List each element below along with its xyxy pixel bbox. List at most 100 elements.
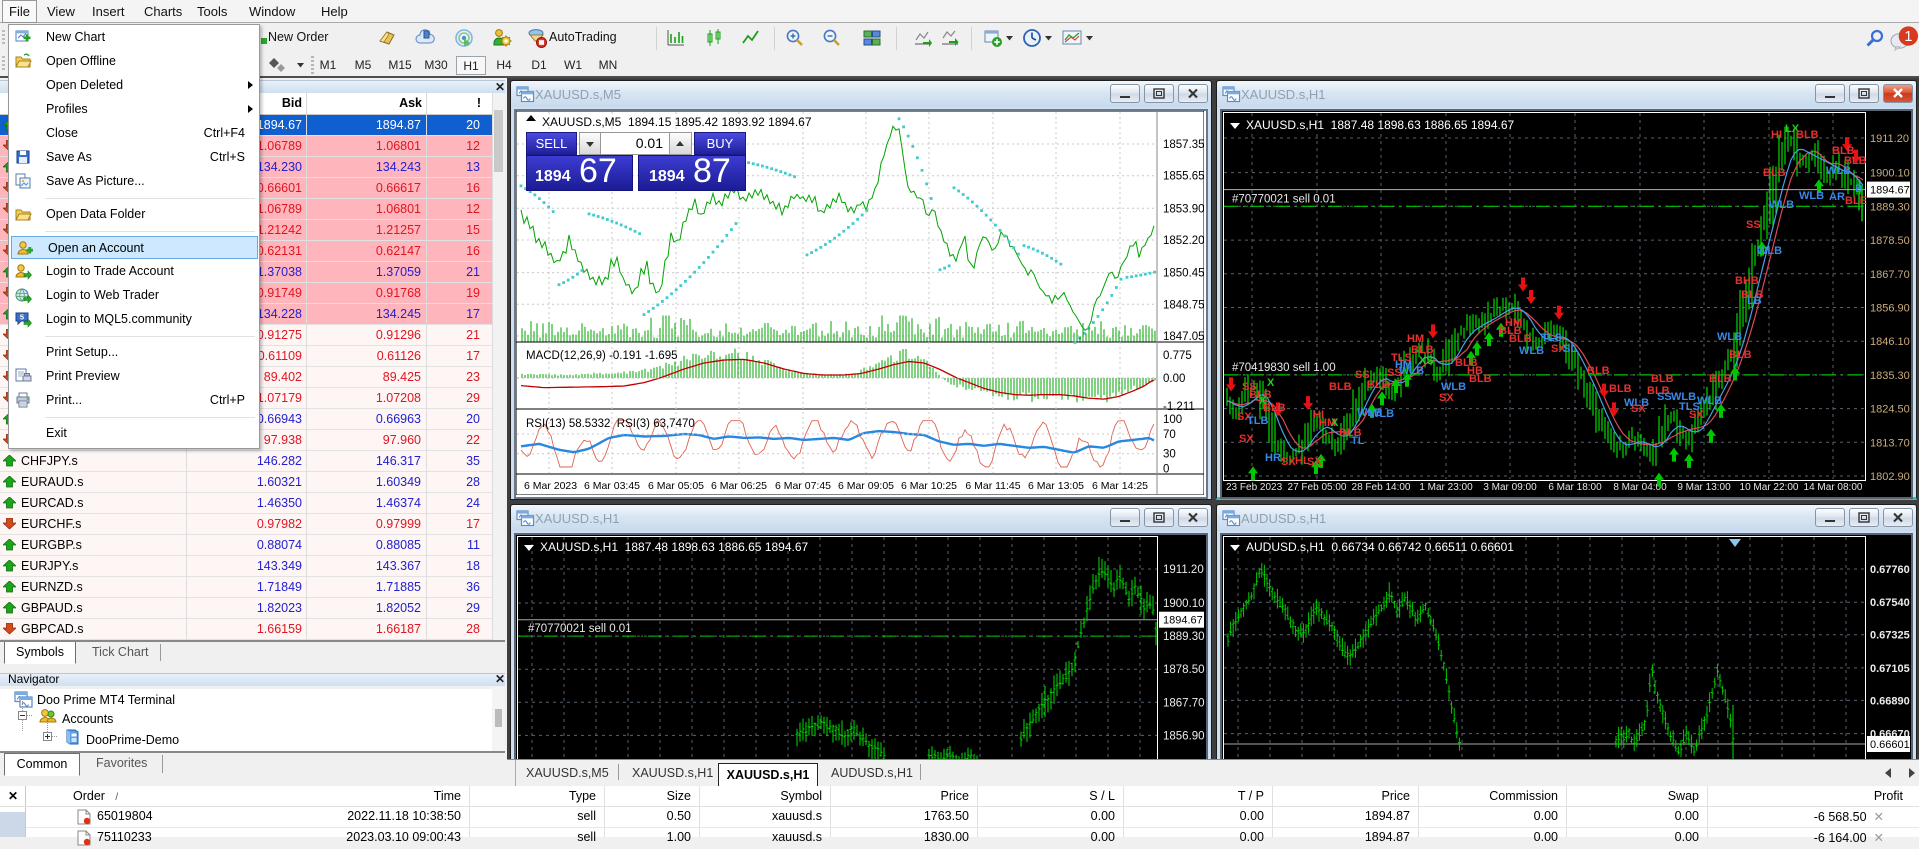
svg-text:MACD(12,26,9) -0.191 -1.695: MACD(12,26,9) -0.191 -1.695 (526, 350, 678, 362)
svg-text:1894.67: 1894.67 (1163, 615, 1203, 627)
svg-text:WLB: WLB (1519, 345, 1544, 357)
svg-text:1850.45: 1850.45 (1163, 268, 1204, 280)
svg-text:0: 0 (1163, 464, 1169, 476)
svg-text:1 Mar 23:00: 1 Mar 23:00 (1419, 482, 1473, 493)
svg-text:RSI(13) 58.5332 RSI(3) 63,747: RSI(13) 58.5332 RSI(3) 63,7470 (526, 418, 695, 430)
svg-text:14 Mar 08:00: 14 Mar 08:00 (1804, 482, 1863, 493)
svg-text:70: 70 (1163, 429, 1176, 441)
svg-text:SX: SX (1631, 403, 1646, 415)
svg-text:28 Feb 14:00: 28 Feb 14:00 (1352, 482, 1411, 493)
svg-text:30: 30 (1163, 449, 1176, 461)
svg-text:XAUUSD.s,M5 1894.15 1895.42 1: XAUUSD.s,M5 1894.15 1895.42 1893.92 1894… (542, 115, 812, 129)
svg-text:1878.50: 1878.50 (1163, 664, 1205, 676)
svg-text:6 Mar 03:45: 6 Mar 03:45 (584, 480, 640, 492)
svg-text:BLB: BLB (1844, 155, 1867, 167)
svg-text:BLB: BLB (1763, 167, 1786, 179)
svg-text:BLB: BLB (1609, 383, 1632, 395)
svg-text:TL: TL (1351, 435, 1365, 447)
svg-text:WLB: WLB (1697, 395, 1722, 407)
svg-text:1853.90: 1853.90 (1163, 203, 1204, 215)
svg-text:0.66890: 0.66890 (1870, 695, 1910, 707)
svg-text:1813.70: 1813.70 (1870, 437, 1910, 449)
svg-text:1802.90: 1802.90 (1870, 471, 1910, 483)
svg-text:1867.70: 1867.70 (1163, 697, 1205, 709)
svg-text:100: 100 (1163, 414, 1182, 426)
svg-text:1878.50: 1878.50 (1870, 235, 1910, 247)
svg-text:0.67325: 0.67325 (1870, 630, 1910, 642)
svg-text:WLB: WLB (1799, 190, 1824, 202)
svg-text:XAUUSD.s,H1 1887.48 1898.63 1: XAUUSD.s,H1 1887.48 1898.63 1886.65 1894… (1246, 118, 1515, 132)
svg-text:3 Mar 09:00: 3 Mar 09:00 (1483, 482, 1537, 493)
svg-text:0.775: 0.775 (1163, 350, 1192, 362)
svg-text:HR: HR (1265, 452, 1281, 464)
svg-text:SX: SX (1439, 392, 1454, 404)
svg-text:WLB: WLB (1757, 245, 1782, 257)
svg-text:WLB: WLB (1717, 331, 1742, 343)
svg-text:1848.75: 1848.75 (1163, 299, 1204, 311)
svg-text:AUDUSD.s,H1 0.66734 0.66742 0: AUDUSD.s,H1 0.66734 0.66742 0.66511 0.66… (1246, 540, 1514, 554)
svg-text:1824.50: 1824.50 (1870, 404, 1910, 416)
svg-text:SX: SX (1307, 456, 1322, 468)
svg-text:BLB: BLB (1263, 402, 1286, 414)
svg-text:HI: HI (1771, 129, 1782, 141)
svg-text:WLB: WLB (1441, 381, 1466, 393)
svg-text:BLB: BLB (1651, 373, 1674, 385)
svg-text:1889.30: 1889.30 (1163, 631, 1205, 643)
svg-text:XAUUSD.s,H1 1887.48 1898.63 1: XAUUSD.s,H1 1887.48 1898.63 1886.65 1894… (540, 540, 809, 554)
svg-text:6 Mar 06:25: 6 Mar 06:25 (711, 480, 767, 492)
svg-text:23 Feb 2023: 23 Feb 2023 (1226, 482, 1283, 493)
svg-text:BLB: BLB (1509, 333, 1532, 345)
svg-text:X: X (1331, 417, 1339, 429)
svg-text:SS: SS (1746, 219, 1761, 231)
svg-text:TLB: TLB (1247, 415, 1268, 427)
svg-text:1835.30: 1835.30 (1870, 370, 1910, 382)
svg-text:BHB: BHB (1735, 275, 1759, 287)
svg-text:1846.10: 1846.10 (1870, 336, 1910, 348)
svg-text:1857.35: 1857.35 (1163, 139, 1204, 151)
svg-text:6 Mar 09:05: 6 Mar 09:05 (838, 480, 894, 492)
svg-text:1855.65: 1855.65 (1163, 171, 1204, 183)
svg-text:6 Mar 18:00: 6 Mar 18:00 (1548, 482, 1602, 493)
svg-text:#70770021 sell 0.01: #70770021 sell 0.01 (528, 623, 632, 635)
svg-text:1900.10: 1900.10 (1870, 168, 1910, 180)
svg-text:0.00: 0.00 (1163, 373, 1185, 385)
svg-text:BLB: BLB (1469, 373, 1492, 385)
svg-text:SX: SX (1239, 433, 1254, 445)
svg-text:BLB: BLB (1709, 373, 1732, 385)
svg-text:B: B (1855, 183, 1863, 195)
svg-text:6 Mar 2023: 6 Mar 2023 (524, 480, 577, 492)
svg-text:1: 1 (1904, 29, 1912, 45)
svg-text:1911.20: 1911.20 (1163, 564, 1204, 576)
svg-text:1867.70: 1867.70 (1870, 269, 1910, 281)
svg-text:HM: HM (1505, 317, 1522, 329)
svg-text:BLB: BLB (1729, 349, 1752, 361)
svg-text:SL: SL (1563, 343, 1577, 355)
svg-text:1852.20: 1852.20 (1163, 235, 1204, 247)
svg-text:5: 5 (20, 313, 24, 322)
svg-text:BLB: BLB (1796, 129, 1819, 141)
svg-text:1894.67: 1894.67 (1870, 185, 1910, 197)
svg-text:0.67540: 0.67540 (1870, 597, 1910, 609)
svg-text:0.67105: 0.67105 (1870, 663, 1910, 675)
svg-text:LB: LB (1747, 295, 1762, 307)
svg-text:BLB: BLB (1329, 381, 1352, 393)
svg-text:BLB: BLB (1367, 379, 1390, 391)
svg-text:HM: HM (1395, 359, 1412, 371)
svg-text:10 Mar 22:00: 10 Mar 22:00 (1740, 482, 1799, 493)
svg-text:X: X (1267, 377, 1275, 389)
svg-text:WLB: WLB (1369, 408, 1394, 420)
svg-text:6 Mar 14:25: 6 Mar 14:25 (1092, 480, 1148, 492)
svg-text:0.67760: 0.67760 (1870, 564, 1910, 576)
svg-text:SX: SX (1689, 409, 1704, 421)
svg-text:9 Mar 13:00: 9 Mar 13:00 (1677, 482, 1731, 493)
svg-text:27 Feb 05:00: 27 Feb 05:00 (1288, 482, 1347, 493)
svg-text:1856.90: 1856.90 (1163, 730, 1205, 742)
svg-text:6 Mar 10:25: 6 Mar 10:25 (901, 480, 957, 492)
svg-text:#70419830 sell 1.00: #70419830 sell 1.00 (1232, 362, 1336, 374)
svg-text:1911.20: 1911.20 (1870, 133, 1909, 145)
svg-text:#70770021 sell 0.01: #70770021 sell 0.01 (1232, 193, 1336, 205)
svg-text:AR: AR (1829, 191, 1845, 203)
svg-text:BLE: BLE (1845, 195, 1867, 207)
svg-text:1900.10: 1900.10 (1163, 598, 1205, 610)
svg-text:6 Mar 05:05: 6 Mar 05:05 (648, 480, 704, 492)
